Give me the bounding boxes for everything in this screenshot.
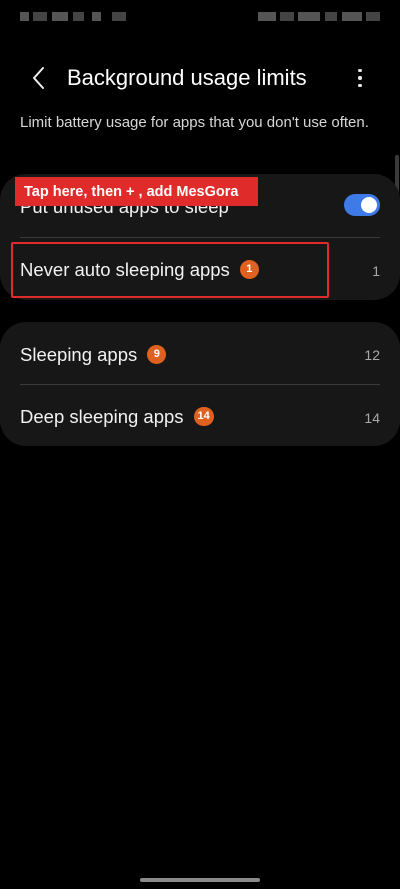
status-blur (298, 12, 320, 21)
sleeping-apps-item: Sleeping apps 9 (20, 344, 167, 366)
status-blur (280, 12, 294, 21)
app-count: 14 (364, 410, 380, 426)
status-blur (73, 12, 84, 21)
status-blur (20, 12, 29, 21)
status-blur (366, 12, 380, 21)
status-blur (112, 12, 126, 21)
status-blur (92, 12, 101, 21)
page-title: Background usage limits (67, 65, 307, 90)
status-blur (342, 12, 362, 21)
new-apps-badge: 9 (147, 344, 167, 364)
page-description: Limit battery usage for apps that you do… (20, 114, 369, 131)
deep-sleeping-apps-row[interactable]: Deep sleeping apps 14 14 (0, 385, 400, 447)
toggle-knob (361, 197, 377, 213)
sleeping-apps-row[interactable]: Sleeping apps 9 12 (0, 322, 400, 384)
deep-sleeping-apps-item: Deep sleeping apps 14 (20, 406, 214, 428)
put-unused-apps-to-sleep-toggle[interactable] (344, 194, 380, 216)
status-blur (258, 12, 276, 21)
new-apps-badge: 14 (193, 406, 214, 426)
deep-sleeping-apps-label: Deep sleeping apps (20, 406, 184, 427)
chevron-left-icon (33, 67, 44, 89)
annotation-banner: Tap here, then + , add MesGora (15, 177, 258, 206)
home-indicator[interactable] (140, 878, 260, 882)
app-count: 1 (372, 263, 380, 279)
more-options-button[interactable] (348, 62, 372, 94)
status-bar (0, 0, 400, 34)
status-blur (33, 12, 47, 21)
app-header: Background usage limits (0, 58, 400, 98)
settings-card-sleeping-lists: Sleeping apps 9 12 Deep sleeping apps 14 1… (0, 322, 400, 446)
screen: Background usage limits Limit battery us… (0, 0, 400, 889)
back-button[interactable] (26, 64, 52, 92)
status-blur (52, 12, 68, 21)
sleeping-apps-label: Sleeping apps (20, 344, 138, 365)
app-count: 12 (364, 347, 380, 363)
status-blur (325, 12, 337, 21)
more-vertical-icon (358, 68, 362, 73)
annotation-highlight-box (11, 242, 329, 298)
